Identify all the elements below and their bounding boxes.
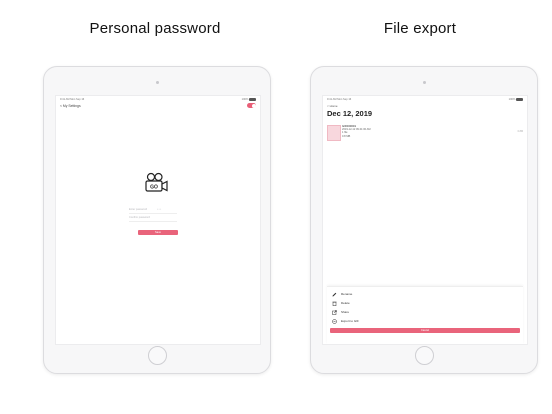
share-icon xyxy=(332,309,337,315)
delete-menu-item[interactable]: Delete xyxy=(332,300,350,306)
ipad-frame-left: 9:41 AM Mon Sep 16 100% < My Settings GO… xyxy=(43,66,271,374)
rename-menu-item[interactable]: Rename xyxy=(332,291,352,297)
screen-file-export: 9:41 AM Mon Sep 16 100% < Home Dec 12, 2… xyxy=(322,95,528,345)
password-input[interactable]: Enter password xyxy=(129,208,177,214)
file-thumbnail xyxy=(327,125,341,141)
confirm-password-input[interactable]: Confirm password xyxy=(129,216,177,222)
status-battery: 100% xyxy=(509,98,523,103)
home-button xyxy=(148,346,167,365)
password-dots: • • • xyxy=(157,208,162,211)
export-gif-menu-item[interactable]: Export to GIF xyxy=(332,318,359,324)
logo-text: GO xyxy=(150,185,158,191)
back-to-home-link[interactable]: < Home xyxy=(327,104,338,108)
caption-personal-password: Personal password xyxy=(89,20,221,37)
ipad-frame-right: 9:41 AM Mon Sep 16 100% < Home Dec 12, 2… xyxy=(310,66,538,374)
back-to-settings-link[interactable]: < My Settings xyxy=(60,104,81,108)
date-heading: Dec 12, 2019 xyxy=(327,109,373,118)
save-password-button[interactable]: Save xyxy=(138,230,178,235)
battery-icon xyxy=(516,98,523,101)
camera-dot xyxy=(155,81,159,84)
home-button xyxy=(415,346,434,365)
password-toggle[interactable] xyxy=(247,103,256,108)
file-size-detail: 0.8 MB xyxy=(342,134,351,138)
cancel-button[interactable]: Cancel xyxy=(330,328,520,333)
camera-dot xyxy=(422,81,426,84)
rename-label: Rename xyxy=(341,292,353,296)
status-time: 9:41 AM Mon Sep 16 xyxy=(327,98,352,101)
share-menu-item[interactable]: Share xyxy=(332,309,349,315)
status-time: 9:41 AM Mon Sep 16 xyxy=(60,98,85,101)
pencil-icon xyxy=(332,292,337,296)
file-details: GIF000001 2019-12-12 09:41:00 AM 1 file … xyxy=(342,124,371,138)
status-bar: 9:41 AM Mon Sep 16 100% xyxy=(60,98,256,103)
export-icon xyxy=(332,318,337,324)
export-gif-label: Export to GIF xyxy=(341,319,359,323)
delete-label: Delete xyxy=(341,301,350,305)
status-bar: 9:41 AM Mon Sep 16 100% xyxy=(327,98,523,103)
camera-logo-icon: GO xyxy=(145,172,168,192)
battery-icon xyxy=(249,98,256,101)
share-label: Share xyxy=(341,310,350,314)
file-list-item[interactable]: GIF000001 2019-12-12 09:41:00 AM 1 file … xyxy=(327,124,523,145)
caption-file-export: File export xyxy=(383,20,457,37)
screen-personal-password: 9:41 AM Mon Sep 16 100% < My Settings GO… xyxy=(55,95,261,345)
file-size: 0.8M xyxy=(517,130,523,133)
action-sheet: Rename Delete Share Export to GIF Cancel xyxy=(327,286,523,344)
trash-icon xyxy=(332,301,337,306)
